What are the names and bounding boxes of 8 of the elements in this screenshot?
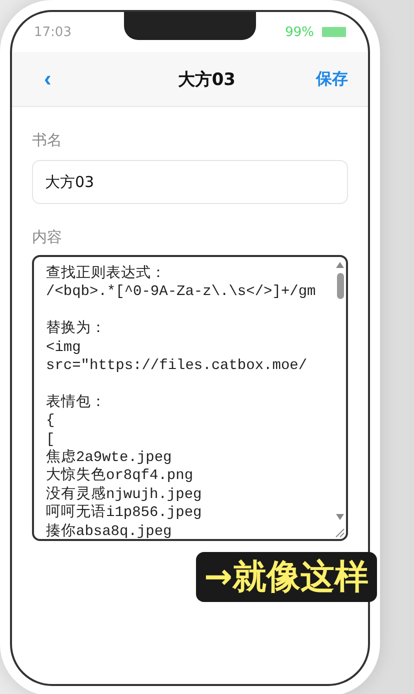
caption-overlay: →就像这样 xyxy=(196,552,376,602)
page-title: 大方03 xyxy=(178,68,236,90)
battery-percent: 99% xyxy=(285,24,314,40)
field-label: 内容 xyxy=(32,228,62,247)
status-time: 17:03 xyxy=(34,24,72,40)
field-label: 书名 xyxy=(32,131,62,150)
battery-icon xyxy=(322,27,346,37)
name-field[interactable]: 大方03 xyxy=(32,160,348,204)
